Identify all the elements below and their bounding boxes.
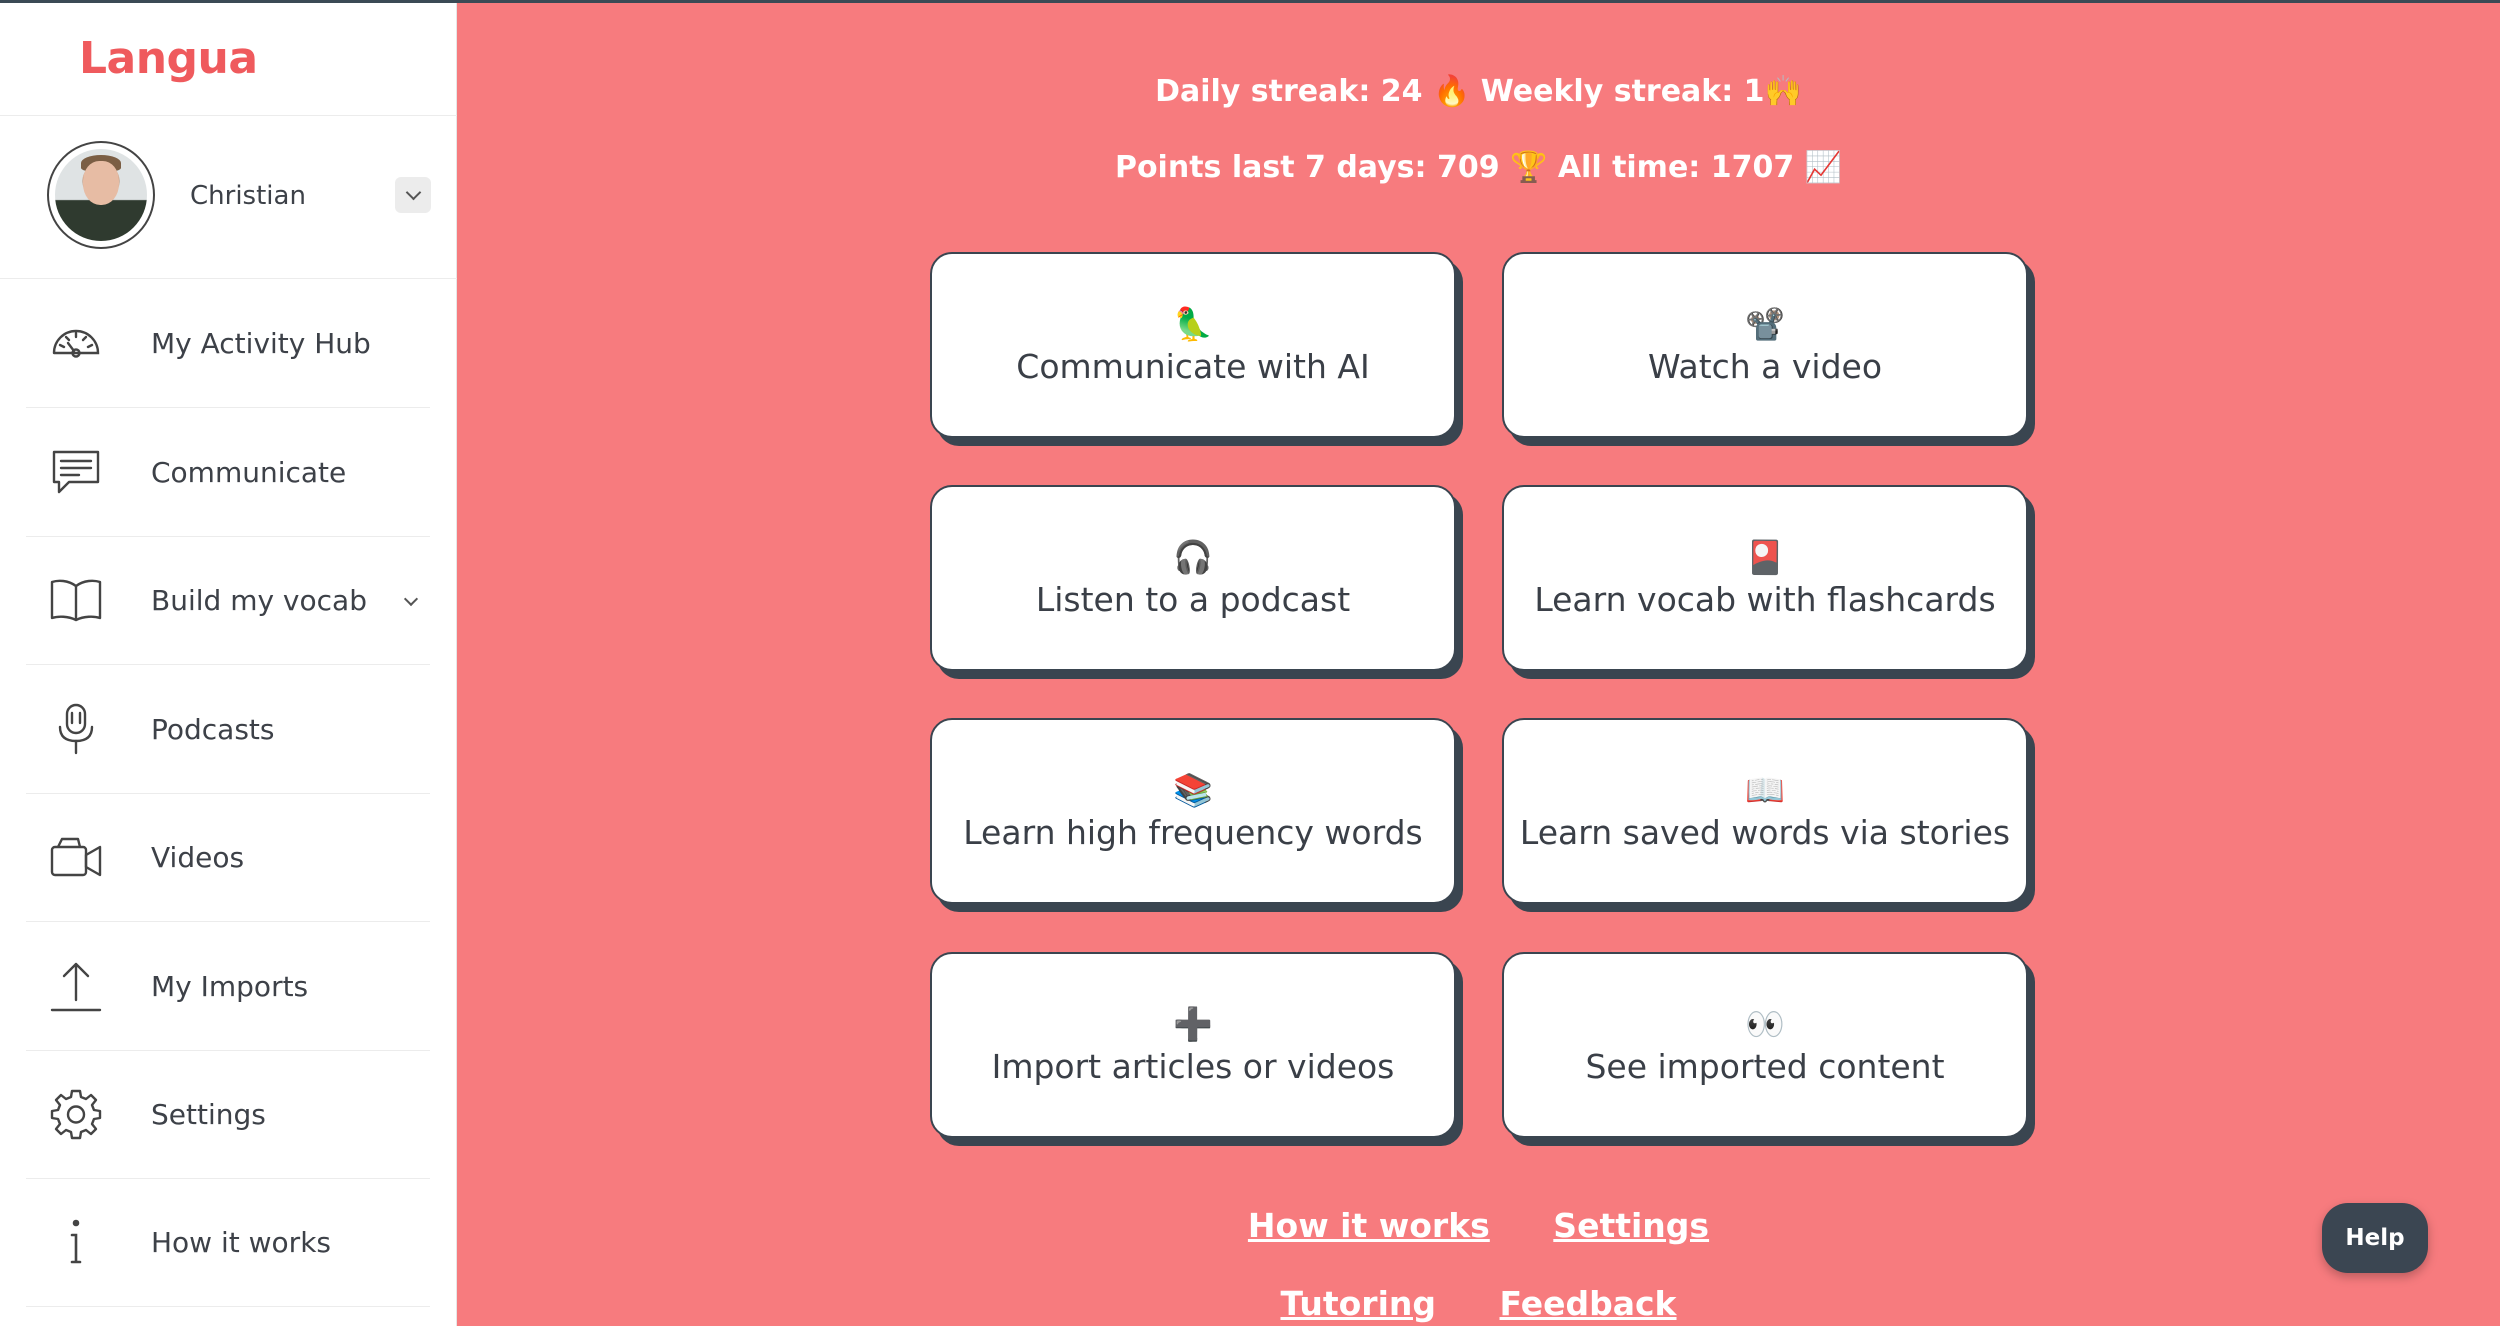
listen-podcast-card[interactable]: 🎧 Listen to a podcast: [930, 485, 1456, 671]
sidebar-item-label: My Activity Hub: [151, 326, 371, 360]
sidebar-item-label: Videos: [151, 840, 245, 874]
chat-icon: [48, 444, 104, 500]
communicate-with-ai-card[interactable]: 🦜 Communicate with AI: [930, 252, 1456, 438]
footer-links-row-2: Tutoring Feedback: [457, 1284, 2500, 1323]
open-book-icon: 📖: [1745, 770, 1785, 809]
film-projector-icon: 📽️: [1745, 304, 1785, 343]
sidebar-item-my-imports[interactable]: My Imports: [26, 922, 430, 1050]
top-border: [0, 0, 2500, 3]
card-title: Listen to a podcast: [1035, 579, 1351, 619]
sidebar-item-videos[interactable]: Videos: [26, 793, 430, 921]
points-stats: Points last 7 days: 709 🏆 All time: 1707…: [1114, 150, 1843, 185]
card-title: Watch a video: [1647, 346, 1883, 386]
flashcard-icon: 🎴: [1745, 537, 1785, 576]
how-it-works-link[interactable]: How it works: [1248, 1206, 1490, 1245]
sidebar-item-label: How it works: [151, 1225, 331, 1259]
card-title: Learn vocab with flashcards: [1534, 579, 1996, 619]
upload-icon: [48, 958, 104, 1014]
saved-words-stories-card[interactable]: 📖 Learn saved words via stories: [1502, 718, 2028, 904]
card-title: Communicate with AI: [1016, 346, 1370, 386]
sidebar-item-label: My Imports: [151, 969, 309, 1003]
eyes-icon: 👀: [1745, 1004, 1785, 1043]
user-profile: Christian: [0, 117, 457, 277]
sidebar-item-settings[interactable]: Settings: [26, 1050, 430, 1178]
plus-icon: ➕: [1173, 1004, 1213, 1043]
chevron-down-icon: [405, 184, 421, 201]
divider: [0, 115, 457, 116]
chevron-down-icon[interactable]: [403, 591, 419, 607]
parrot-icon: 🦜: [1173, 304, 1213, 343]
book-icon: [48, 572, 104, 628]
card-title: See imported content: [1585, 1046, 1945, 1086]
logo-text: Langua: [79, 32, 258, 84]
feedback-link[interactable]: Feedback: [1500, 1284, 1677, 1323]
footer-links-row-1: How it works Settings: [457, 1206, 2500, 1245]
microphone-icon: [48, 701, 104, 757]
sidebar-item-build-vocab[interactable]: Build my vocab: [26, 536, 430, 664]
gear-icon: [48, 1086, 104, 1142]
video-camera-icon: [48, 829, 104, 885]
sidebar-item-podcasts[interactable]: Podcasts: [26, 665, 430, 793]
gauge-icon: [48, 315, 104, 371]
sidebar-item-label: Communicate: [151, 455, 347, 489]
streak-stats: Daily streak: 24 🔥 Weekly streak: 1🙌: [1155, 74, 1802, 109]
help-button[interactable]: Help: [2322, 1203, 2428, 1273]
card-title: Learn high frequency words: [963, 812, 1423, 852]
tutoring-link[interactable]: Tutoring: [1280, 1284, 1436, 1323]
sidebar-item-label: Settings: [151, 1097, 266, 1131]
sidebar-item-label: Build my vocab: [151, 583, 367, 617]
app-logo[interactable]: Langua: [79, 28, 258, 88]
headphones-icon: 🎧: [1173, 537, 1213, 576]
high-frequency-words-card[interactable]: 📚 Learn high frequency words: [930, 718, 1456, 904]
import-content-card[interactable]: ➕ Import articles or videos: [930, 952, 1456, 1138]
sidebar-item-how-it-works[interactable]: How it works: [26, 1178, 430, 1306]
watch-video-card[interactable]: 📽️ Watch a video: [1502, 252, 2028, 438]
sidebar-item-label: Podcasts: [151, 712, 275, 746]
books-icon: 📚: [1173, 770, 1213, 809]
sidebar-item-activity-hub[interactable]: My Activity Hub: [26, 279, 430, 407]
info-icon: [48, 1214, 104, 1270]
user-name: Christian: [190, 181, 306, 211]
sidebar-item-communicate[interactable]: Communicate: [26, 408, 430, 536]
flashcards-card[interactable]: 🎴 Learn vocab with flashcards: [1502, 485, 2028, 671]
avatar[interactable]: [47, 141, 155, 249]
see-imported-content-card[interactable]: 👀 See imported content: [1502, 952, 2028, 1138]
settings-link[interactable]: Settings: [1553, 1206, 1709, 1245]
card-title: Learn saved words via stories: [1519, 812, 2011, 852]
profile-dropdown-button[interactable]: [395, 177, 431, 213]
sidebar: Langua Christian My Activity Hub Communi…: [0, 0, 457, 1326]
divider: [26, 1306, 430, 1307]
card-title: Import articles or videos: [991, 1046, 1395, 1086]
